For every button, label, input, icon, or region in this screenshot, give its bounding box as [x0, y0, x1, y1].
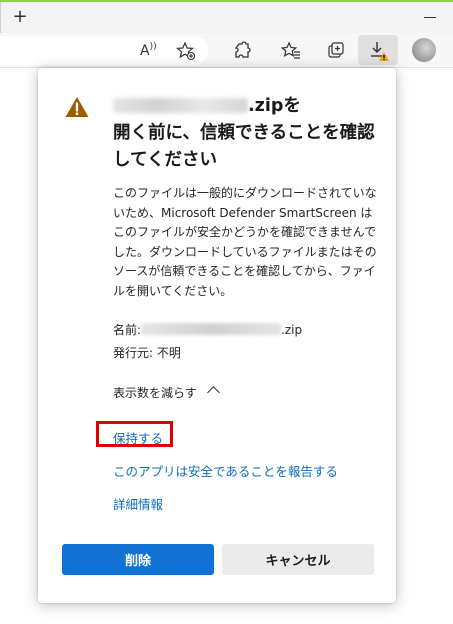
minimize-button[interactable] — [424, 17, 436, 18]
address-bar[interactable]: A)) — [0, 36, 208, 65]
publisher-label: 発行元: — [113, 346, 154, 360]
report-safe-link[interactable]: このアプリは安全であることを報告する — [113, 461, 338, 480]
favorites-icon[interactable] — [281, 41, 301, 61]
title-suffix: .zipを — [248, 96, 301, 116]
new-tab-button[interactable]: + — [10, 8, 30, 28]
file-name-ext: .zip — [281, 323, 303, 337]
warning-icon — [65, 97, 89, 117]
chevron-up-icon — [206, 386, 220, 399]
redacted-filename-small — [141, 323, 282, 335]
file-name-row: 名前: .zip — [113, 321, 383, 338]
tab-strip: + — [0, 0, 453, 35]
smartscreen-warning-dialog: .zipを 開く前に、信頼できることを確認してください このファイルは一般的にダ… — [38, 68, 396, 603]
read-aloud-waves: )) — [149, 42, 157, 52]
title-rest: 開く前に、信頼できることを確認してください — [113, 123, 375, 170]
cancel-button[interactable]: キャンセル — [222, 544, 374, 575]
file-name-label: 名前: — [113, 323, 142, 337]
more-info-link[interactable]: 詳細情報 — [113, 494, 163, 513]
read-aloud-glyph: A — [140, 43, 150, 59]
publisher-value: 不明 — [156, 346, 181, 360]
show-less-toggle[interactable]: 表示数を減らす — [113, 384, 220, 401]
publisher-row: 発行元: 不明 — [113, 344, 383, 361]
downloads-button[interactable] — [358, 35, 398, 65]
dialog-title: .zipを 開く前に、信頼できることを確認してください — [113, 93, 383, 174]
show-less-label: 表示数を減らす — [113, 386, 197, 400]
downloads-warning-icon — [371, 42, 389, 61]
redacted-filename — [113, 98, 248, 113]
keep-link[interactable]: 保持する — [113, 428, 163, 447]
profile-avatar[interactable] — [412, 38, 436, 62]
read-aloud-icon[interactable]: A)) — [140, 42, 157, 59]
extensions-icon[interactable] — [232, 41, 252, 61]
browser-toolbar: A)) — [0, 33, 453, 68]
tab-separator — [0, 2, 1, 35]
warning-description: このファイルは一般的にダウンロードされていないため、Microsoft Defe… — [113, 186, 377, 298]
collections-icon[interactable] — [327, 41, 347, 61]
add-favorite-icon[interactable] — [176, 41, 196, 61]
delete-button[interactable]: 削除 — [62, 544, 214, 575]
